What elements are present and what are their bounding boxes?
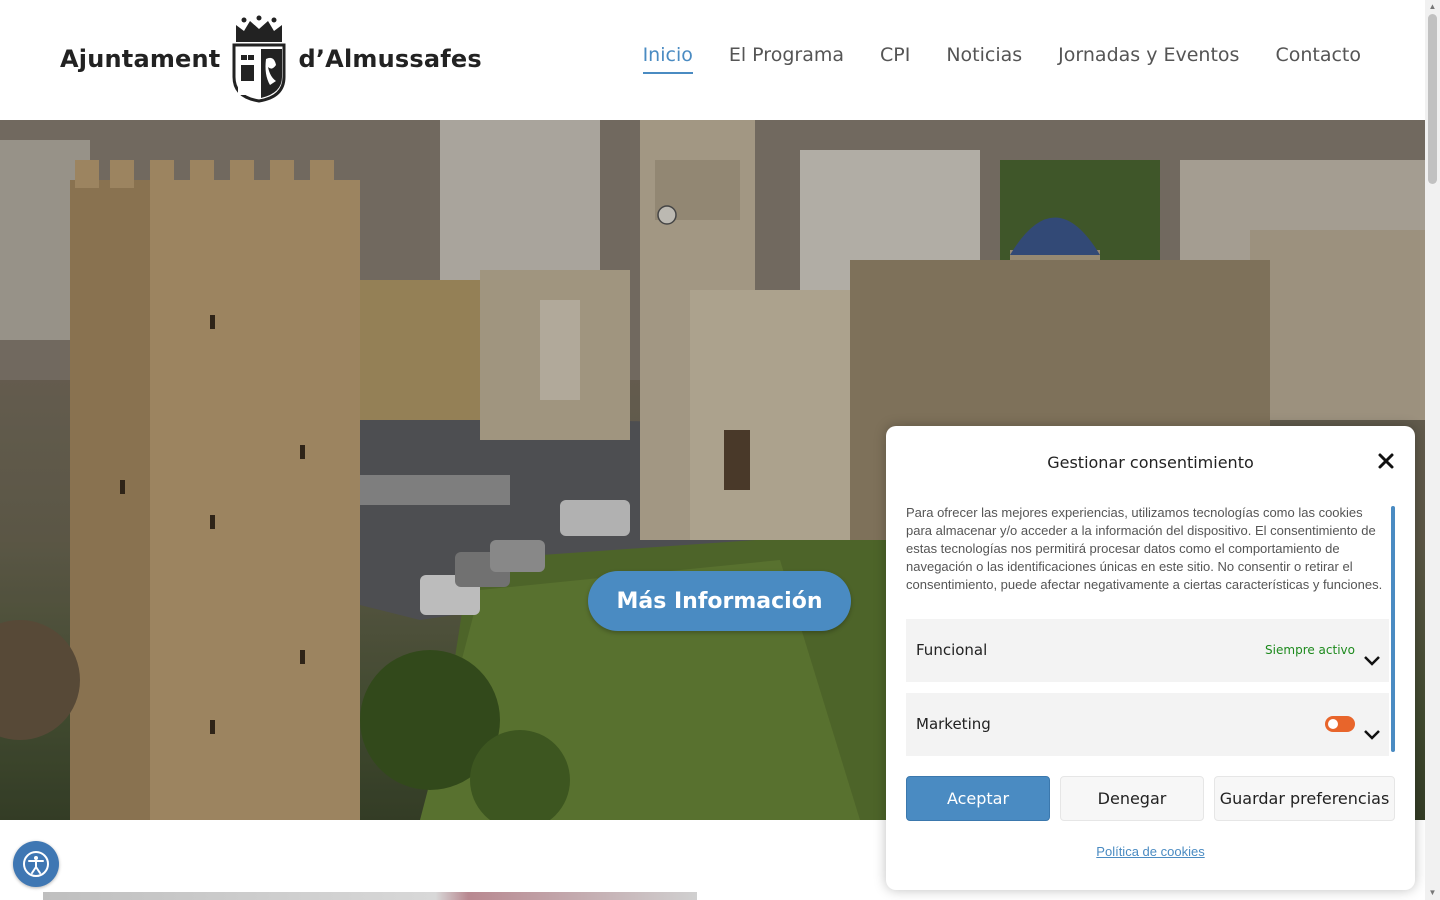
site-header: Ajuntament d’Almussafes Inicio El Progra… bbox=[0, 0, 1425, 120]
nav-item-contacto[interactable]: Contacto bbox=[1275, 44, 1361, 74]
preference-label: Funcional bbox=[916, 641, 988, 659]
accessibility-button[interactable] bbox=[13, 841, 59, 887]
page-scrollbar[interactable]: ▲ ▼ bbox=[1425, 0, 1440, 900]
nav-item-el-programa[interactable]: El Programa bbox=[729, 44, 844, 74]
preference-marketing[interactable]: Marketing bbox=[906, 693, 1389, 756]
nav-item-noticias[interactable]: Noticias bbox=[946, 44, 1022, 74]
coat-of-arms-icon bbox=[232, 15, 286, 103]
chevron-down-icon[interactable] bbox=[1363, 655, 1381, 667]
chevron-down-icon[interactable] bbox=[1363, 729, 1381, 741]
marketing-toggle[interactable] bbox=[1325, 716, 1355, 732]
scroll-up-icon[interactable]: ▲ bbox=[1428, 2, 1437, 12]
scrollbar-thumb[interactable] bbox=[1428, 14, 1437, 184]
nav-item-cpi[interactable]: CPI bbox=[880, 44, 910, 74]
main-nav: Inicio El Programa CPI Noticias Jornadas… bbox=[642, 44, 1361, 74]
modal-title: Gestionar consentimiento bbox=[1047, 453, 1254, 472]
nav-item-jornadas-y-eventos[interactable]: Jornadas y Eventos bbox=[1058, 44, 1239, 74]
consent-description: Para ofrecer las mejores experiencias, u… bbox=[906, 505, 1383, 592]
deny-button[interactable]: Denegar bbox=[1060, 776, 1204, 821]
close-icon[interactable] bbox=[1377, 452, 1395, 470]
cookie-policy-link[interactable]: Política de cookies bbox=[886, 844, 1415, 859]
site-logo[interactable]: Ajuntament d’Almussafes bbox=[60, 14, 482, 104]
accept-button[interactable]: Aceptar bbox=[906, 776, 1050, 821]
save-preferences-button[interactable]: Guardar preferencias bbox=[1214, 776, 1395, 821]
scroll-down-icon[interactable]: ▼ bbox=[1428, 888, 1437, 898]
always-active-badge: Siempre activo bbox=[1265, 643, 1355, 657]
mas-informacion-button[interactable]: Más Información bbox=[588, 571, 851, 631]
nav-item-inicio[interactable]: Inicio bbox=[642, 44, 693, 74]
preference-label: Marketing bbox=[916, 715, 991, 733]
logo-text-left: Ajuntament bbox=[60, 45, 221, 73]
logo-text-right: d’Almussafes bbox=[298, 45, 482, 73]
modal-scrollbar[interactable] bbox=[1391, 506, 1395, 752]
preference-funcional[interactable]: Funcional Siempre activo bbox=[906, 619, 1389, 682]
cookie-consent-modal: Gestionar consentimiento Para ofrecer la… bbox=[886, 426, 1415, 890]
accessibility-icon bbox=[23, 851, 49, 877]
section-image-strip bbox=[43, 892, 697, 900]
